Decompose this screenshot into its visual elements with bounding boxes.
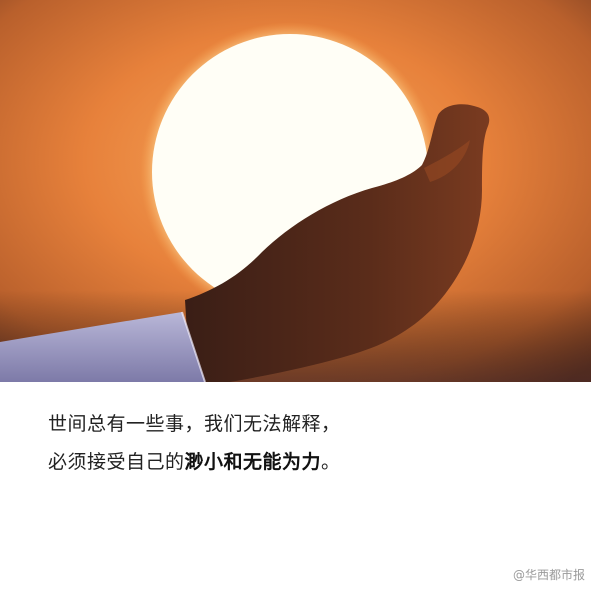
caption-line-1: 世间总有一些事，我们无法解释， [48,413,341,435]
sunset-hand-photo [0,0,591,382]
caption-emphasis: 渺小和无能为力 [184,451,322,473]
caption-text: 世间总有一些事，我们无法解释， 必须接受自己的渺小和无能为力。 [48,408,568,478]
post-image: 世间总有一些事，我们无法解释， 必须接受自己的渺小和无能为力。 @华西都市报 [0,0,591,591]
caption-line-2-suffix: 。 [321,451,341,473]
caption-line-2-prefix: 必须接受自己的 [48,451,185,473]
caption-line-2: 必须接受自己的渺小和无能为力。 [48,446,568,478]
source-watermark: @华西都市报 [512,568,585,582]
